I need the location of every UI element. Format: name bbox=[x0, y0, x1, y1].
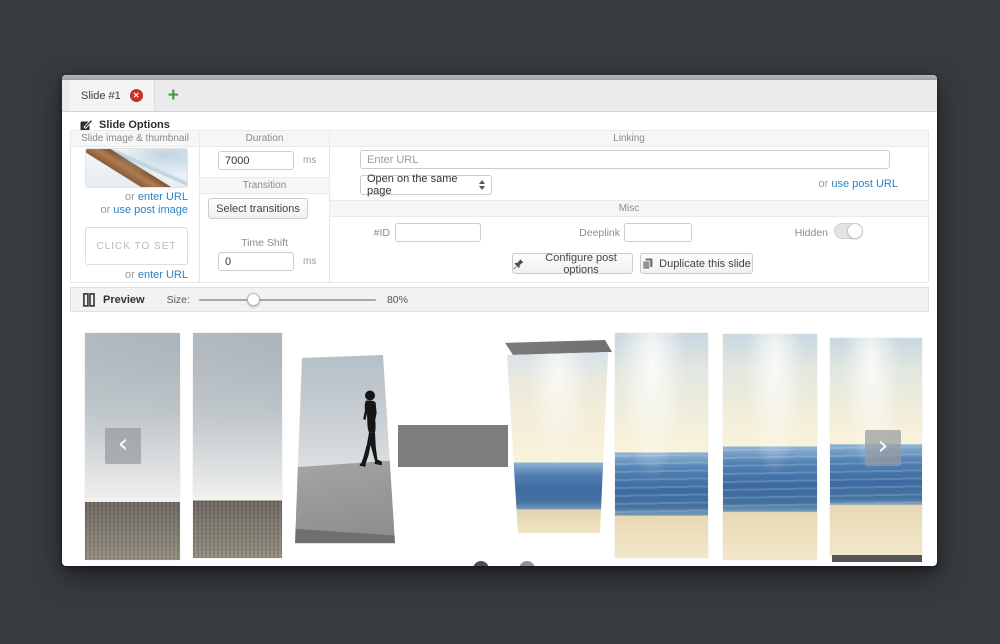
or-text: or bbox=[125, 269, 138, 281]
duration-input[interactable] bbox=[218, 151, 294, 170]
bullet-dot[interactable] bbox=[519, 561, 535, 566]
deeplink-label: Deeplink bbox=[560, 227, 620, 239]
link-url-input[interactable] bbox=[360, 150, 890, 169]
size-slider-track[interactable] bbox=[199, 299, 376, 301]
configure-post-options-button[interactable]: Configure post options bbox=[512, 253, 633, 274]
size-label: Size: bbox=[167, 294, 190, 306]
preview-slice-7 bbox=[723, 334, 817, 560]
misc-header: Misc bbox=[329, 200, 929, 217]
slide-tab-bar: Slide #1 ✕ + bbox=[62, 80, 937, 112]
deeplink-input[interactable] bbox=[624, 223, 692, 242]
preview-slice-gray-bar bbox=[398, 425, 508, 467]
click-to-set-box[interactable]: CLICK TO SET bbox=[85, 227, 188, 265]
id-input[interactable] bbox=[395, 223, 481, 242]
id-label: #ID bbox=[358, 227, 390, 239]
preview-slice-businessman bbox=[295, 355, 395, 545]
preview-slice-cube bbox=[505, 340, 612, 533]
enter-url-link-2[interactable]: enter URL bbox=[138, 269, 188, 281]
businessman-silhouette bbox=[350, 389, 386, 469]
slice-bottom-shadow bbox=[832, 555, 922, 562]
or-text: or bbox=[125, 191, 138, 203]
linking-header: Linking bbox=[329, 130, 929, 147]
tab-label: Slide #1 bbox=[81, 90, 121, 102]
duplicate-slide-button[interactable]: Duplicate this slide bbox=[640, 253, 753, 274]
bullet-dot-active[interactable] bbox=[473, 561, 489, 566]
toggle-knob bbox=[847, 223, 863, 239]
use-post-url-line: or use post URL bbox=[762, 178, 898, 190]
use-post-image-link[interactable]: use post image bbox=[113, 204, 188, 216]
enter-url-line-2: or enter URL bbox=[70, 269, 188, 281]
enter-url-line: or enter URL bbox=[70, 191, 188, 203]
time-shift-input[interactable] bbox=[218, 252, 294, 271]
cube-front-face bbox=[505, 340, 612, 533]
preview-bar: Preview Size: 80% bbox=[70, 287, 929, 312]
pushpin-icon bbox=[513, 258, 524, 270]
add-slide-icon[interactable]: + bbox=[168, 87, 179, 105]
use-post-url-link[interactable]: use post URL bbox=[831, 178, 898, 190]
duplicate-slide-label: Duplicate this slide bbox=[659, 258, 751, 270]
size-slider-handle[interactable] bbox=[247, 293, 260, 306]
slide-options-label: Slide Options bbox=[99, 119, 170, 131]
select-transitions-button[interactable]: Select transitions bbox=[208, 198, 308, 219]
use-post-image-line: or use post image bbox=[70, 204, 188, 216]
enter-url-link[interactable]: enter URL bbox=[138, 191, 188, 203]
link-target-select[interactable]: Open on the same page bbox=[360, 175, 492, 195]
close-slide-icon[interactable]: ✕ bbox=[130, 89, 143, 102]
duration-header: Duration bbox=[199, 130, 330, 147]
next-arrow-button[interactable]: › bbox=[865, 430, 901, 466]
time-shift-unit: ms bbox=[303, 256, 316, 267]
slide-editor-panel: Slide #1 ✕ + Slide Options Slide image &… bbox=[62, 75, 937, 566]
duration-unit: ms bbox=[303, 155, 316, 166]
slide-thumbnail-image[interactable] bbox=[85, 148, 188, 188]
prev-arrow-button[interactable]: ‹ bbox=[105, 428, 141, 464]
hidden-toggle[interactable] bbox=[834, 223, 863, 239]
hidden-label: Hidden bbox=[786, 227, 828, 239]
size-value: 80% bbox=[387, 294, 408, 306]
preview-slice-6 bbox=[615, 333, 708, 558]
or-text: or bbox=[101, 204, 114, 216]
duplicate-icon bbox=[642, 258, 653, 270]
select-arrows-icon bbox=[479, 180, 485, 190]
tab-slide-1[interactable]: Slide #1 ✕ bbox=[70, 80, 155, 111]
column-divider bbox=[199, 130, 200, 283]
preview-slice-2 bbox=[193, 333, 282, 558]
link-target-value: Open on the same page bbox=[367, 173, 479, 197]
preview-label: Preview bbox=[103, 294, 145, 306]
configure-post-options-label: Configure post options bbox=[530, 252, 632, 276]
image-column-header: Slide image & thumbnail bbox=[70, 130, 200, 147]
slides-icon bbox=[83, 293, 95, 307]
time-shift-label: Time Shift bbox=[199, 237, 330, 249]
transition-header: Transition bbox=[199, 177, 330, 194]
or-text: or bbox=[819, 178, 832, 190]
